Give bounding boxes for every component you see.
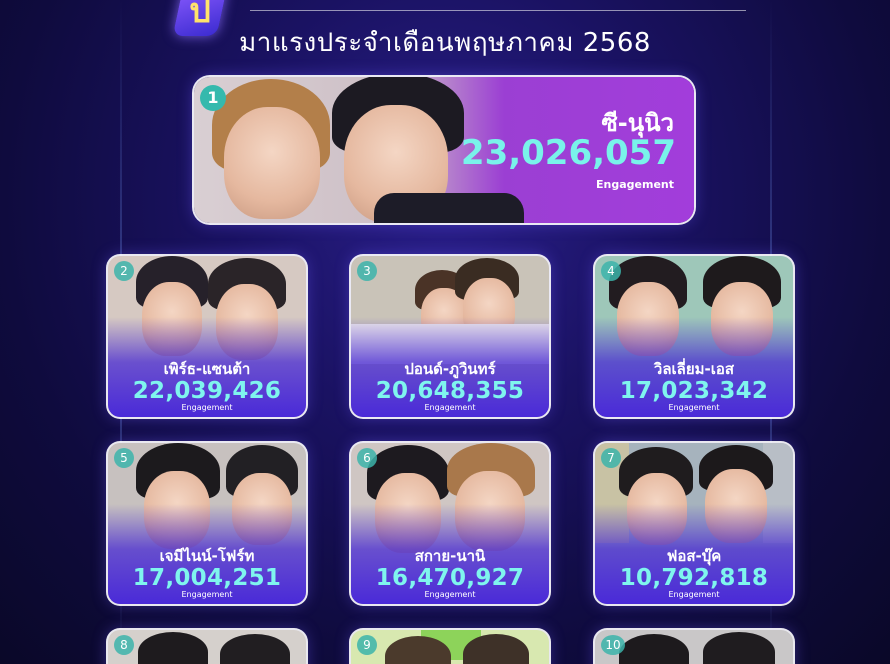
card-value: 17,004,251 xyxy=(132,565,282,591)
ranking-card[interactable]: 5 เจมีไนน์-โฟร์ท 17,004,251 Engagement xyxy=(108,443,306,604)
card-photo xyxy=(108,630,306,664)
rank-badge: 10 xyxy=(601,635,625,655)
page-subtitle: มาแรงประจำเดือนพฤษภาคม 2568 xyxy=(239,28,651,58)
ranking-card[interactable]: 2 เพิร์ธ-แซนต้า 22,039,426 Engagement xyxy=(108,256,306,417)
ranking-card[interactable]: 9 xyxy=(351,630,549,664)
rank-badge: 4 xyxy=(601,261,621,281)
rank-badge: 5 xyxy=(114,448,134,468)
featured-value: 23,026,057 xyxy=(460,133,676,173)
featured-card[interactable]: 1 ซี-นุนิว 23,026,057 Engagement xyxy=(194,77,694,223)
card-value: 20,648,355 xyxy=(375,378,525,404)
card-metric-label: Engagement xyxy=(668,403,720,412)
ranking-card[interactable]: 8 xyxy=(108,630,306,664)
card-metric-label: Engagement xyxy=(181,403,233,412)
ranking-card[interactable]: 7 ฟอส-บุ๊ค 10,792,818 Engagement xyxy=(595,443,793,604)
card-value: 10,792,818 xyxy=(619,565,769,591)
ranking-card[interactable]: 4 วิลเลี่ยม-เอส 17,023,342 Engagement xyxy=(595,256,793,417)
card-value: 16,470,927 xyxy=(375,565,525,591)
rank-badge: 3 xyxy=(357,261,377,281)
ranking-card[interactable]: 3 ปอนด์-ภูวินทร์ 20,648,355 Engagement xyxy=(351,256,549,417)
card-metric-label: Engagement xyxy=(181,590,233,599)
rank-badge: 8 xyxy=(114,635,134,655)
rank-badge: 1 xyxy=(200,85,226,111)
card-photo xyxy=(351,630,549,664)
header-divider xyxy=(250,10,746,11)
card-value: 17,023,342 xyxy=(619,378,769,404)
rank-badge: 9 xyxy=(357,635,377,655)
card-metric-label: Engagement xyxy=(424,403,476,412)
rank-badge: 2 xyxy=(114,261,134,281)
card-metric-label: Engagement xyxy=(668,590,720,599)
card-metric-label: Engagement xyxy=(424,590,476,599)
ranking-card[interactable]: 6 สกาย-นานิ 16,470,927 Engagement xyxy=(351,443,549,604)
ranking-card[interactable]: 10 xyxy=(595,630,793,664)
card-value: 22,039,426 xyxy=(132,378,282,404)
featured-metric-label: Engagement xyxy=(596,178,674,191)
rank-badge: 6 xyxy=(357,448,377,468)
rank-badge: 7 xyxy=(601,448,621,468)
